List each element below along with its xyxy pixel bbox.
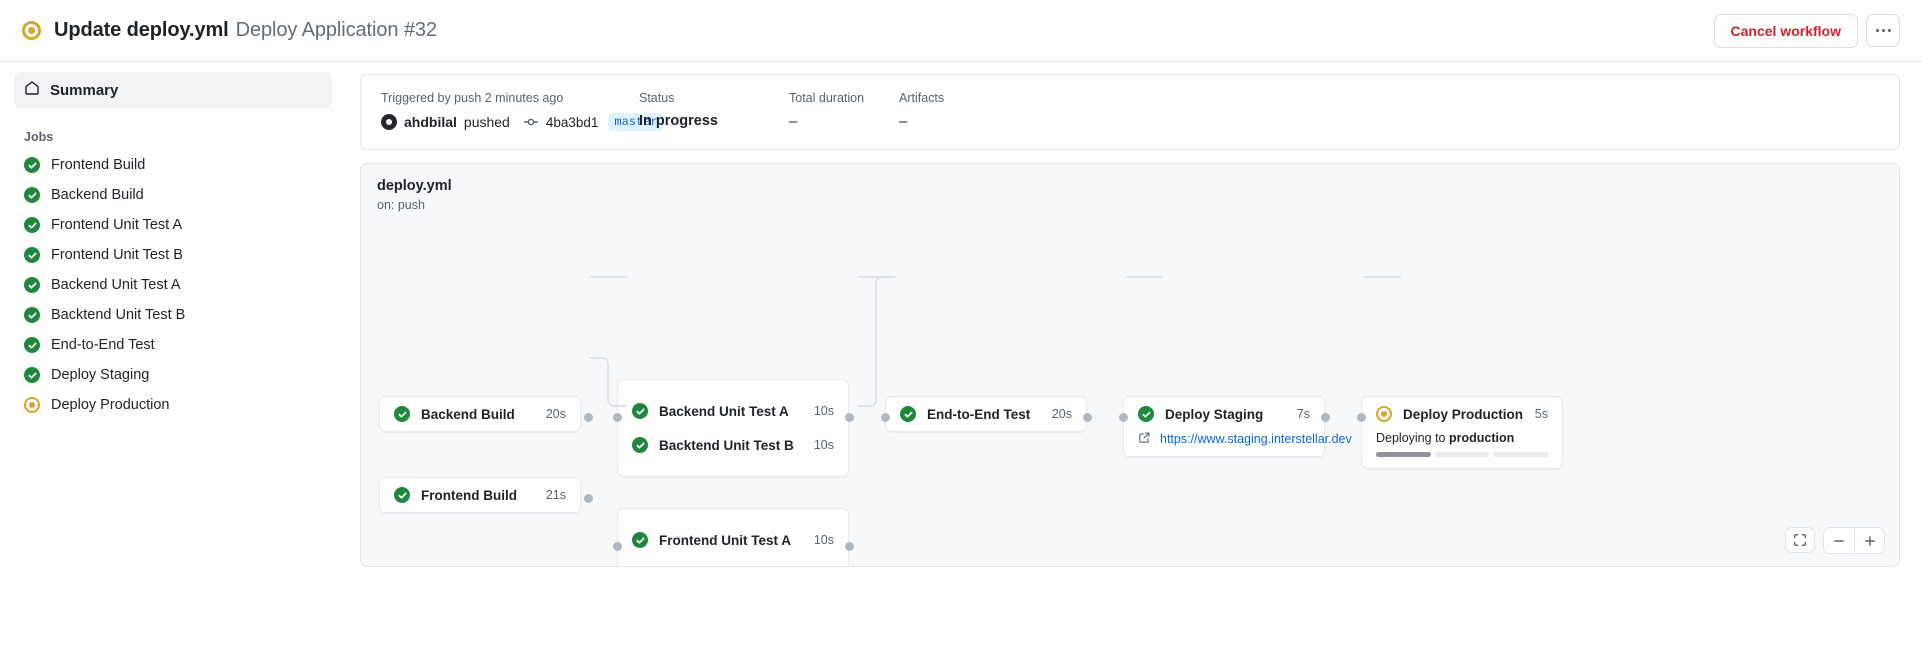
page-title: Update deploy.yml Deploy Application #32: [54, 19, 437, 42]
trigger-label: Triggered by push 2 minutes ago: [381, 91, 639, 105]
trigger-column: Triggered by push 2 minutes ago ahdbilal…: [381, 91, 639, 131]
trigger-value: ahdbilal pushed 4ba3bd1 master: [381, 113, 639, 131]
sidebar-item-label: Deploy Staging: [51, 367, 149, 383]
connector-dot: [613, 542, 622, 551]
sidebar-item-label: Backend Unit Test A: [51, 277, 181, 293]
more-options-button[interactable]: [1866, 14, 1900, 47]
sidebar-item-label: End-to-End Test: [51, 337, 155, 353]
sidebar-item-label: Backend Build: [51, 187, 144, 203]
success-check-icon: [24, 337, 40, 353]
header-actions: Cancel workflow: [1714, 14, 1900, 48]
kebab-dot-icon: [1876, 29, 1879, 32]
run-summary-card: Triggered by push 2 minutes ago ahdbilal…: [360, 74, 1900, 150]
sidebar-job-list: Frontend Build Backend Build Frontend Unit…: [14, 150, 332, 420]
sidebar-item-summary[interactable]: Summary: [14, 72, 332, 108]
graph-node-label: Frontend Unit Test B: [659, 567, 792, 568]
graph-connectors: [361, 164, 1900, 567]
home-icon: [24, 80, 40, 100]
commit-icon: [523, 114, 539, 130]
cancel-workflow-button[interactable]: Cancel workflow: [1714, 14, 1858, 48]
connector-dot: [1357, 413, 1366, 422]
artifacts-column: Artifacts –: [899, 91, 944, 131]
success-check-icon: [24, 247, 40, 263]
avatar: [381, 114, 397, 130]
connector-dot: [613, 413, 622, 422]
sidebar-item-job[interactable]: Frontend Unit Test B: [14, 240, 332, 270]
connector-dot: [845, 413, 854, 422]
sidebar-item-label: Frontend Build: [51, 157, 145, 173]
zoom-out-button[interactable]: [1824, 528, 1854, 553]
zoom-button-group: [1823, 527, 1885, 554]
sidebar-item-job[interactable]: Frontend Unit Test A: [14, 210, 332, 240]
sidebar-section-jobs: Jobs: [14, 130, 332, 144]
connector-dot: [881, 413, 890, 422]
success-check-icon: [24, 187, 40, 203]
actor-link[interactable]: ahdbilal: [404, 114, 457, 130]
action-text: pushed: [464, 114, 510, 130]
kebab-dot-icon: [1882, 29, 1885, 32]
main-content: Triggered by push 2 minutes ago ahdbilal…: [354, 62, 1922, 650]
connector-dot: [1119, 413, 1128, 422]
sidebar-item-job[interactable]: End-to-End Test: [14, 330, 332, 360]
duration-label: Total duration: [789, 91, 899, 105]
graph-zoom-controls: [1785, 527, 1885, 554]
in-progress-ring-icon: [24, 397, 40, 413]
success-check-icon: [632, 566, 648, 567]
commit-sha-link[interactable]: 4ba3bd1: [546, 115, 599, 130]
sidebar-item-label: Backtend Unit Test B: [51, 307, 185, 323]
sidebar-item-label: Frontend Unit Test B: [51, 247, 183, 263]
fit-screen-button[interactable]: [1785, 527, 1815, 553]
status-label: Status: [639, 91, 789, 105]
header-title-group: Update deploy.yml Deploy Application #32: [22, 19, 1714, 42]
zoom-in-button[interactable]: [1854, 528, 1884, 553]
page-title-main: Update deploy.yml: [54, 19, 229, 41]
kebab-dot-icon: [1888, 29, 1891, 32]
duration-value: –: [789, 113, 899, 130]
success-check-icon: [24, 157, 40, 173]
sidebar-item-job[interactable]: Backend Build: [14, 180, 332, 210]
status-value: In progress: [639, 113, 789, 129]
sidebar-item-job[interactable]: Frontend Build: [14, 150, 332, 180]
duration-column: Total duration –: [789, 91, 899, 131]
artifacts-label: Artifacts: [899, 91, 944, 105]
sidebar-item-job[interactable]: Deploy Staging: [14, 360, 332, 390]
sidebar-item-job[interactable]: Deploy Production: [14, 390, 332, 420]
workflow-graph-card: deploy.yml on: push: [360, 163, 1900, 567]
success-check-icon: [24, 367, 40, 383]
connector-dot: [845, 542, 854, 551]
success-check-icon: [24, 217, 40, 233]
success-check-icon: [24, 277, 40, 293]
page-header: Update deploy.ymlDeploy Application #32 …: [0, 0, 1922, 62]
in-progress-ring-icon: [22, 21, 41, 40]
connector-dot: [1083, 413, 1092, 422]
sidebar-item-job[interactable]: Backend Unit Test A: [14, 270, 332, 300]
connector-dot: [584, 413, 593, 422]
page-title-sub: Deploy Application #32: [236, 19, 437, 41]
sidebar-item-label: Deploy Production: [51, 397, 170, 413]
sidebar-item-label: Frontend Unit Test A: [51, 217, 182, 233]
sidebar: Summary Jobs Frontend Build Backend Build…: [0, 62, 354, 650]
artifacts-value: –: [899, 113, 944, 130]
sidebar-item-summary-label: Summary: [50, 82, 118, 99]
run-summary-row: Triggered by push 2 minutes ago ahdbilal…: [381, 91, 1879, 131]
page-body: Summary Jobs Frontend Build Backend Build…: [0, 62, 1922, 650]
connector-dot: [584, 494, 593, 503]
status-column: Status In progress: [639, 91, 789, 131]
success-check-icon: [24, 307, 40, 323]
sidebar-item-job[interactable]: Backtend Unit Test B: [14, 300, 332, 330]
connector-dot: [1321, 413, 1330, 422]
